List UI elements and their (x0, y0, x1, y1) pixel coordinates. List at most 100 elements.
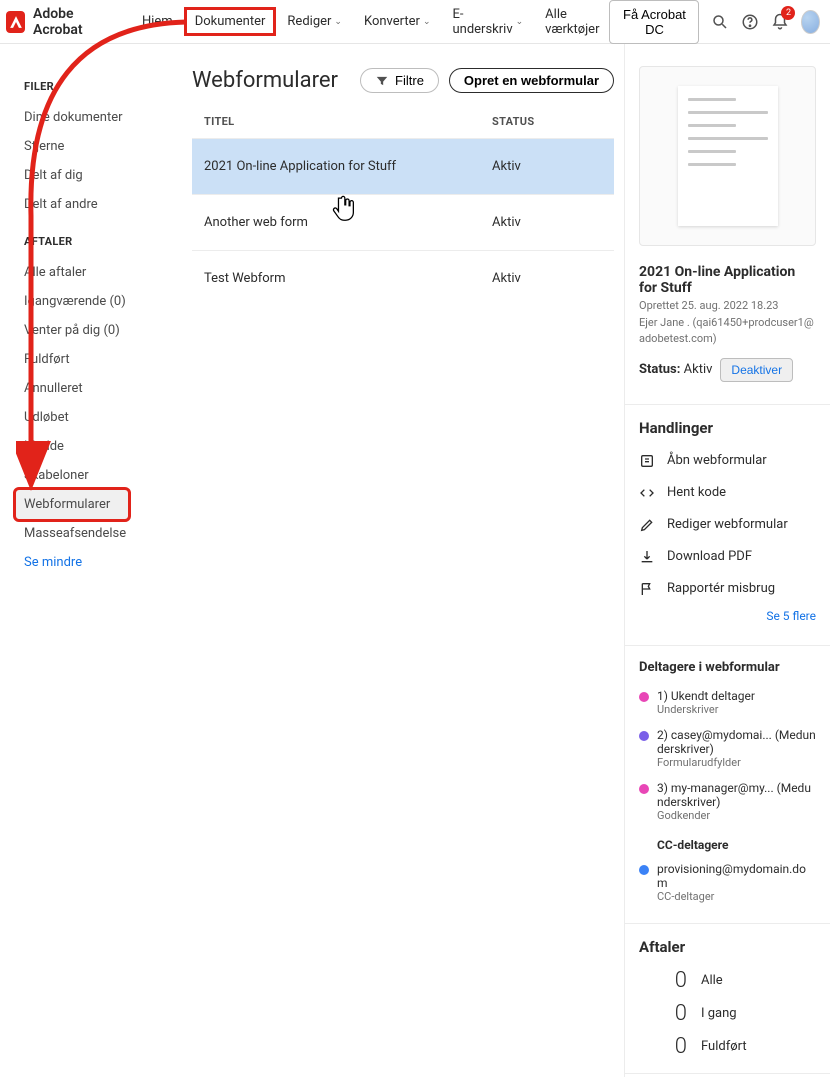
sidebar-item-delt-af-andre[interactable]: Delt af andre (24, 190, 170, 219)
document-preview[interactable] (639, 66, 816, 246)
sidebar-item-udlobet[interactable]: Udløbet (24, 403, 170, 432)
main: Webformularer Filtre Opret en webformula… (170, 44, 624, 1077)
action-download-pdf[interactable]: Download PDF (625, 541, 830, 573)
avatar[interactable] (801, 10, 820, 34)
rp-created: Oprettet 25. aug. 2022 18.23 (639, 298, 816, 315)
sidebar-item-masseafsendelse[interactable]: Masseafsendelse (24, 519, 170, 548)
table-row[interactable]: 2021 On-line Application for Stuff Aktiv (192, 138, 614, 194)
rp-title: 2021 On-line Application for Stuff (639, 264, 816, 296)
participant-label: 2) casey@mydomai... (Medunderskriver) (657, 728, 816, 756)
chevron-down-icon: ⌄ (423, 17, 431, 27)
action-label: Rediger webformular (667, 517, 788, 532)
col-status: STATUS (492, 115, 602, 128)
rp-info: 2021 On-line Application for Stuff Opret… (625, 264, 830, 396)
sidebar-item-igangvaerende[interactable]: Igangværende (0) (24, 287, 170, 316)
aftaler-num: 0 (669, 1001, 687, 1026)
participant-dot (639, 731, 649, 741)
aftaler-row[interactable]: 0 Alle (625, 964, 830, 997)
sidebar-item-webformularer[interactable]: Webformularer (16, 490, 128, 519)
sidebar-item-alle-aftaler[interactable]: Alle aftaler (24, 258, 170, 287)
cc-label: provisioning@mydomain.dom (657, 862, 816, 890)
create-webform-button[interactable]: Opret en webformular (449, 68, 614, 93)
filter-button[interactable]: Filtre (360, 68, 439, 93)
sidebar-item-kladde[interactable]: Kladde (24, 432, 170, 461)
table-header: TITEL STATUS (192, 115, 614, 138)
action-get-code[interactable]: Hent kode (625, 477, 830, 509)
sidebar-item-delt-af-dig[interactable]: Delt af dig (24, 161, 170, 190)
help-icon[interactable] (741, 12, 759, 32)
sidebar-heading-aftaler: AFTALER (24, 235, 170, 248)
action-edit-webform[interactable]: Rediger webformular (625, 509, 830, 541)
sidebar-item-annulleret[interactable]: Annulleret (24, 374, 170, 403)
aftaler-row[interactable]: 0 I gang (625, 997, 830, 1030)
row-status: Aktiv (492, 159, 602, 174)
code-icon (639, 485, 655, 501)
participant-role: Godkender (657, 809, 816, 822)
sidebar: FILER Dine dokumenter Stjerne Delt af di… (0, 44, 170, 1077)
action-label: Rapportér misbrug (667, 581, 775, 596)
sidebar-se-mindre[interactable]: Se mindre (24, 548, 170, 570)
main-header: Webformularer Filtre Opret en webformula… (192, 68, 614, 93)
participant-dot (639, 692, 649, 702)
action-label: Download PDF (667, 549, 752, 564)
action-report-abuse[interactable]: Rapportér misbrug (625, 573, 830, 605)
participant-dot (639, 784, 649, 794)
participant-row: 2) casey@mydomai... (Medunderskriver) Fo… (625, 722, 830, 775)
topbar-right: Få Acrobat DC 2 (609, 0, 820, 44)
flag-icon (639, 581, 655, 597)
table-row[interactable]: Another web form Aktiv (192, 194, 614, 250)
sidebar-item-stjerne[interactable]: Stjerne (24, 132, 170, 161)
notification-badge: 2 (781, 6, 795, 20)
action-label: Åbn webformular (667, 453, 767, 468)
participant-row: 1) Ukendt deltager Underskriver (625, 683, 830, 722)
filter-icon (375, 74, 389, 88)
layout: FILER Dine dokumenter Stjerne Delt af di… (0, 44, 830, 1077)
rp-heading-cc: CC-deltagere (625, 828, 830, 856)
sidebar-item-dine-dokumenter[interactable]: Dine dokumenter (24, 103, 170, 132)
action-label: Hent kode (667, 485, 726, 500)
download-icon (639, 549, 655, 565)
search-icon[interactable] (711, 12, 729, 32)
row-title: Another web form (204, 215, 492, 230)
aftaler-row[interactable]: 0 Fuldført (625, 1030, 830, 1063)
cc-role: CC-deltager (657, 890, 816, 903)
nav-alltools[interactable]: Alle værktøjer (535, 1, 609, 43)
row-status: Aktiv (492, 215, 602, 230)
table-row[interactable]: Test Webform Aktiv (192, 250, 614, 306)
brand-label: Adobe Acrobat (33, 6, 114, 38)
status-value: Aktiv (684, 362, 713, 377)
sidebar-item-skabeloner[interactable]: Skabeloner (24, 461, 170, 490)
nav-edit[interactable]: Rediger⌄ (277, 8, 352, 35)
aftaler-label: Alle (701, 973, 723, 988)
rp-heading-actions: Handlinger (625, 419, 830, 445)
aftaler-num: 0 (669, 1034, 687, 1059)
notification-icon[interactable]: 2 (771, 12, 789, 32)
filter-label: Filtre (395, 73, 424, 88)
nav-documents[interactable]: Dokumenter (185, 8, 276, 35)
activity-toggle[interactable]: › Aktivitet (625, 1073, 830, 1077)
topbar: Adobe Acrobat Hjem Dokumenter Rediger⌄ K… (0, 0, 830, 44)
preview-page (678, 86, 778, 226)
nav-convert[interactable]: Konverter⌄ (354, 8, 441, 35)
participant-label: 1) Ukendt deltager (657, 689, 755, 703)
status-label: Status: (639, 362, 680, 377)
sidebar-item-fuldfort[interactable]: Fuldført (24, 345, 170, 374)
nav-home[interactable]: Hjem (132, 8, 183, 35)
acrobat-logo (6, 11, 25, 33)
participant-row: 3) my-manager@my... (Medunderskriver) Go… (625, 775, 830, 828)
rp-heading-aftaler: Aftaler (625, 938, 830, 964)
pencil-icon (639, 517, 655, 533)
action-open-webform[interactable]: Åbn webformular (625, 445, 830, 477)
divider (625, 404, 830, 405)
sidebar-item-venter[interactable]: Venter på dig (0) (24, 316, 170, 345)
deactivate-button[interactable]: Deaktiver (720, 358, 793, 382)
rp-owner: Ejer Jane . (qai61450+prodcuser1@adobete… (639, 315, 816, 348)
open-icon (639, 453, 655, 469)
participant-role: Underskriver (657, 703, 816, 716)
col-title: TITEL (204, 115, 492, 128)
row-status: Aktiv (492, 271, 602, 286)
chevron-down-icon: ⌄ (334, 17, 342, 27)
get-acrobat-button[interactable]: Få Acrobat DC (609, 0, 699, 44)
nav-esign[interactable]: E-underskriv⌄ (442, 1, 533, 43)
see-more-link[interactable]: Se 5 flere (625, 605, 830, 637)
